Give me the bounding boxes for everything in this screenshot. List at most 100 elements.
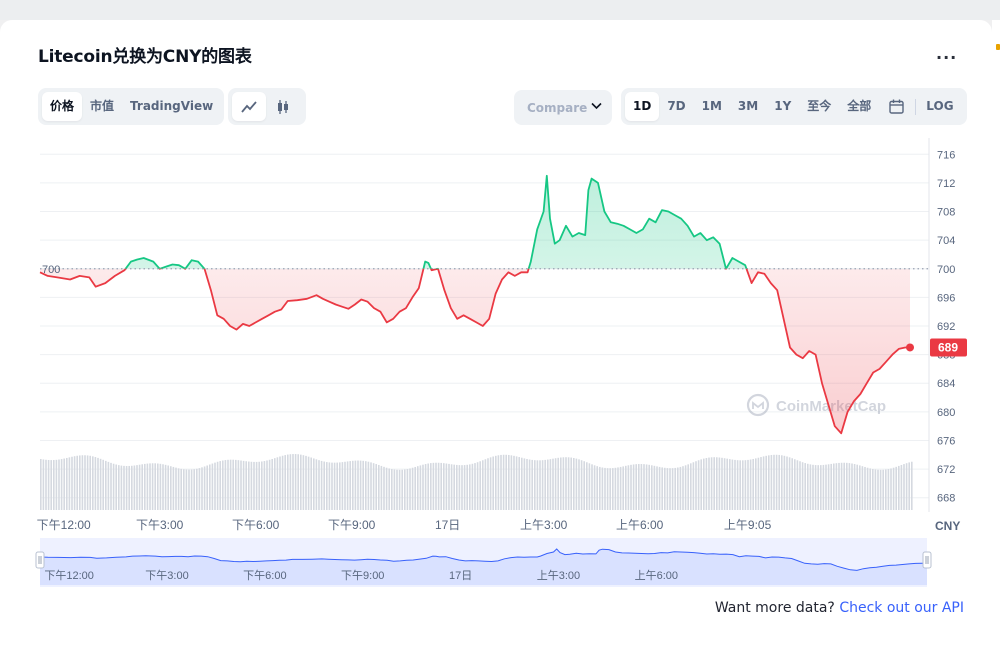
- volume-bar: [60, 459, 63, 510]
- volume-bar: [898, 465, 900, 510]
- volume-bar: [466, 464, 468, 510]
- volume-bar: [549, 459, 552, 510]
- volume-bar: [541, 460, 544, 510]
- volume-bar: [645, 464, 648, 510]
- volume-bar: [666, 468, 669, 510]
- footer-note: Want more data? Check out our API: [715, 600, 964, 616]
- x-tick-label: 上午9:05: [724, 518, 772, 532]
- volume-bar: [404, 469, 406, 510]
- volume-bar: [133, 465, 136, 510]
- volume-bar: [547, 459, 549, 510]
- volume-bar: [216, 461, 219, 510]
- volume-bar: [445, 463, 448, 510]
- volume-bar: [146, 463, 149, 510]
- y-tick-label: 668: [937, 493, 955, 505]
- volume-bar: [567, 457, 570, 510]
- api-link[interactable]: Check out our API: [839, 600, 964, 616]
- volume-bar: [463, 465, 466, 510]
- volume-bar: [830, 463, 832, 510]
- volume-bar: [614, 467, 617, 510]
- volume-bar: [721, 457, 723, 510]
- volume-bar: [807, 463, 809, 510]
- volume-bar: [461, 465, 463, 510]
- volume-bar: [677, 467, 679, 510]
- volume-bar: [73, 456, 76, 510]
- volume-bar: [674, 467, 676, 510]
- volume-bar: [409, 468, 411, 510]
- volume-bar: [539, 460, 541, 510]
- volume-bar: [427, 463, 429, 510]
- volume-bar: [552, 458, 554, 510]
- volume-bar: [432, 462, 435, 510]
- volume-bar: [315, 459, 318, 510]
- volume-bar: [908, 462, 910, 510]
- volume-bar: [812, 464, 814, 510]
- volume-bar: [518, 457, 520, 510]
- volume-bar: [778, 454, 780, 510]
- volume-bar: [86, 455, 89, 510]
- navigator-right-handle[interactable]: [922, 551, 932, 569]
- volume-bar: [274, 458, 276, 510]
- y-tick-label: 708: [937, 207, 955, 219]
- volume-bar: [734, 459, 736, 510]
- volume-bar: [820, 465, 822, 510]
- volume-bar: [905, 463, 908, 510]
- volume-bar: [154, 463, 156, 510]
- volume-bar: [814, 465, 817, 510]
- volume-bar: [513, 455, 515, 510]
- volume-bar: [94, 457, 97, 510]
- volume-bar: [66, 457, 68, 510]
- volume-bar: [328, 462, 331, 510]
- volume-bar: [580, 460, 583, 510]
- navigator-left-handle[interactable]: [35, 551, 45, 569]
- range-navigator[interactable]: 下午12:00 下午3:00 下午6:00 下午9:00 17日 上午3:00 上午6:00: [35, 538, 932, 587]
- volume-bar: [783, 455, 786, 510]
- volume-bar: [120, 465, 123, 510]
- volume-bar: [557, 457, 559, 510]
- volume-bar: [479, 461, 481, 510]
- volume-bar: [391, 469, 393, 510]
- volume-bar: [729, 459, 731, 510]
- volume-bar: [476, 462, 479, 510]
- volume-bar: [911, 461, 913, 510]
- volume-bar: [791, 458, 793, 510]
- volume-bar: [313, 458, 315, 510]
- volume-bar: [414, 466, 416, 510]
- volume-bar: [320, 460, 323, 510]
- volume-bar: [206, 465, 208, 510]
- volume-bar: [422, 464, 424, 510]
- volume-bar: [162, 464, 164, 510]
- volume-bar: [495, 455, 497, 510]
- volume-bar: [877, 469, 879, 510]
- volume-bar: [294, 454, 297, 510]
- volume-bar: [411, 467, 414, 510]
- volume-bar: [193, 469, 195, 510]
- volume-bar: [775, 454, 778, 510]
- volume-bar: [554, 458, 557, 510]
- volume-bar: [526, 458, 528, 510]
- current-price-tag: 689: [930, 338, 967, 357]
- volume-bar: [804, 463, 806, 510]
- volume-bar: [164, 464, 167, 510]
- volume-bar: [500, 454, 502, 510]
- volume-bar: [575, 458, 578, 510]
- volume-bar: [297, 454, 299, 510]
- volume-bar: [341, 462, 344, 510]
- volume-bar: [359, 460, 362, 510]
- volume-bar: [53, 460, 55, 510]
- volume-bar: [177, 468, 180, 510]
- volume-bar: [630, 464, 632, 510]
- y-tick-label: 672: [937, 464, 955, 476]
- volume-bar: [742, 460, 744, 510]
- volume-bar: [601, 467, 604, 510]
- volume-bar: [149, 463, 151, 510]
- volume-bar: [99, 458, 102, 510]
- volume-bar: [664, 467, 666, 510]
- y-tick-label: 716: [937, 149, 955, 161]
- volume-bar: [872, 469, 874, 510]
- volume-bar: [383, 466, 385, 510]
- volume-bar: [203, 466, 206, 510]
- volume-bar: [723, 458, 726, 510]
- x-tick-label: 17日: [435, 518, 460, 532]
- volume-bar: [593, 465, 596, 510]
